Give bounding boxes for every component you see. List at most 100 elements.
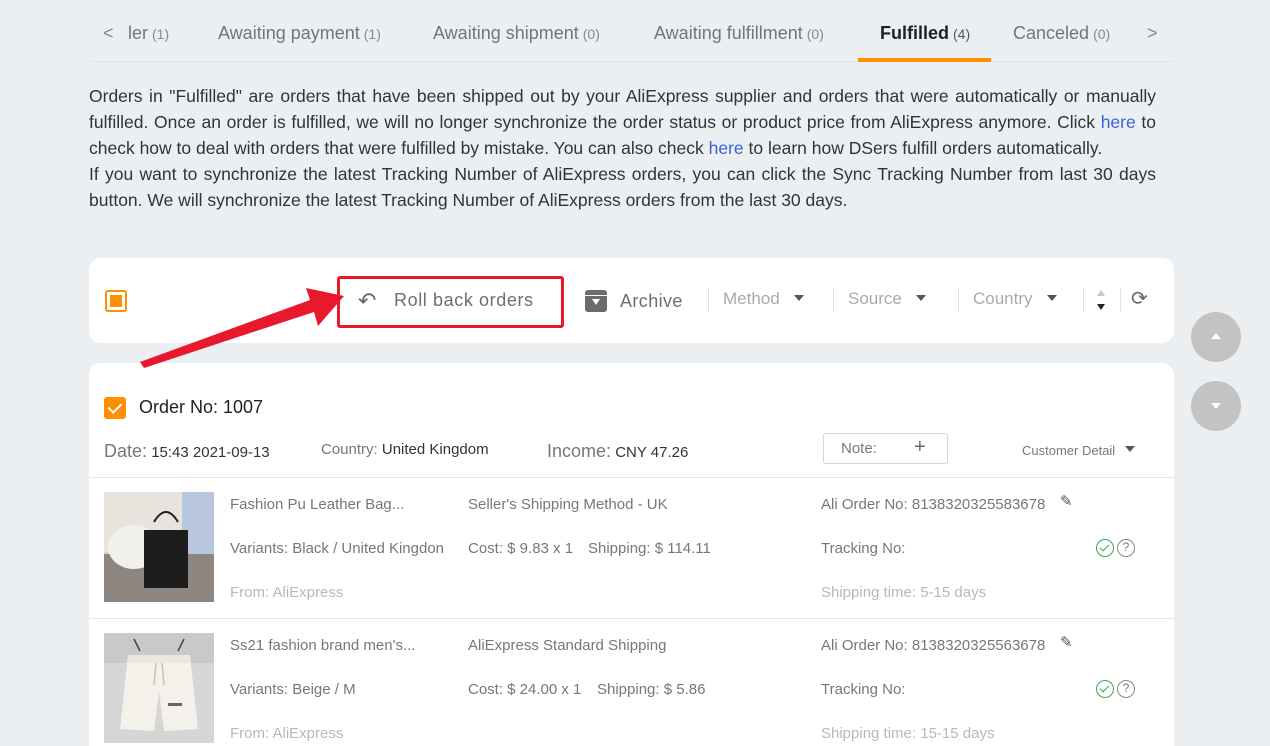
income-value: CNY 47.26 [615, 444, 689, 461]
divider [708, 288, 709, 312]
date-value: 15:43 2021-09-13 [151, 444, 270, 461]
check-circle-icon[interactable] [1096, 680, 1114, 698]
product-name[interactable]: Fashion Pu Leather Bag... [230, 496, 404, 513]
tab-canceled[interactable]: Canceled (0) [1013, 0, 1110, 62]
source-filter-label: Source [848, 289, 902, 308]
tab-label: Canceled [1013, 23, 1090, 43]
tabs-next-arrow[interactable]: > [1147, 0, 1158, 62]
tab-awaiting-fulfillment[interactable]: Awaiting fulfillment (0) [654, 0, 824, 62]
shipping-time: Shipping time: 5-15 days [821, 584, 987, 601]
scroll-up-button[interactable] [1191, 312, 1241, 362]
archive-icon [585, 290, 607, 312]
order-status-tabs: < ler (1) Awaiting payment (1) Awaiting sh… [90, 0, 1174, 62]
description-paragraph-1: Orders in "Fulfilled" are orders that ha… [89, 83, 1156, 161]
order-checkbox[interactable] [104, 397, 126, 419]
ali-order-number: Ali Order No: 8138320325583678 [821, 496, 1046, 513]
shipping-method[interactable]: AliExpress Standard Shipping [468, 637, 666, 654]
scroll-down-button[interactable] [1191, 381, 1241, 431]
question-icon[interactable]: ? [1117, 539, 1135, 557]
roll-back-orders-label: Roll back orders [394, 290, 534, 310]
tracking-number: Tracking No: [821, 681, 906, 698]
shipping-method[interactable]: Seller's Shipping Method - UK [468, 496, 668, 513]
shipping-time: Shipping time: 15-15 days [821, 725, 995, 742]
tab-label: Awaiting shipment [433, 23, 579, 43]
order-income: Income: CNY 47.26 [547, 441, 688, 462]
tab-count: (0) [806, 26, 824, 42]
income-key: Income: [547, 441, 612, 461]
here-link-1[interactable]: here [1101, 112, 1136, 132]
product-name[interactable]: Ss21 fashion brand men's... [230, 637, 415, 654]
tab-fulfilled[interactable]: Fulfilled (4) [880, 0, 970, 62]
product-variants: Variants: Black / United Kingdon [230, 540, 445, 557]
pencil-icon[interactable]: ✎ [1060, 633, 1073, 651]
sort-down-icon [1097, 304, 1105, 310]
select-all-checkbox[interactable] [105, 290, 127, 312]
order-item-row: Ss21 fashion brand men's... Variants: Be… [89, 618, 1174, 746]
undo-icon: ↶ [358, 288, 377, 313]
bag-photo [104, 492, 214, 602]
tab-awaiting-payment[interactable]: Awaiting payment (1) [218, 0, 381, 62]
method-filter-label: Method [723, 289, 780, 308]
tracking-number: Tracking No: [821, 540, 906, 557]
description-text: Orders in "Fulfilled" are orders that ha… [89, 86, 1156, 132]
country-key: Country: [321, 441, 378, 458]
item-shipping-cost: Shipping: $ 114.11 [588, 540, 711, 557]
tab-partial[interactable]: ler (1) [128, 0, 169, 62]
tab-awaiting-shipment[interactable]: Awaiting shipment (0) [433, 0, 600, 62]
item-shipping-cost: Shipping: $ 5.86 [597, 681, 706, 698]
description-text: to learn how DSers fulfill orders automa… [743, 138, 1103, 158]
product-image-bag[interactable] [104, 492, 214, 602]
pencil-icon[interactable]: ✎ [1060, 492, 1073, 510]
roll-back-orders-button[interactable]: ↶ Roll back orders [337, 276, 564, 328]
add-note-button[interactable]: Note: + [823, 433, 948, 464]
order-date: Date: 15:43 2021-09-13 [104, 441, 270, 462]
order-card: Order No: 1007 Date: 15:43 2021-09-13 Co… [89, 363, 1174, 746]
order-item-row: Fashion Pu Leather Bag... Variants: Blac… [89, 477, 1174, 618]
tab-count: (1) [152, 26, 170, 42]
tab-count: (0) [582, 26, 600, 42]
customer-detail-toggle[interactable]: Customer Detail [1022, 443, 1136, 458]
divider [1120, 288, 1121, 312]
description-paragraph-2: If you want to synchronize the latest Tr… [89, 164, 1156, 210]
source-filter-dropdown[interactable]: Source [848, 289, 926, 309]
check-circle-icon[interactable] [1096, 539, 1114, 557]
caret-down-icon [915, 295, 926, 301]
customer-detail-label: Customer Detail [1022, 443, 1116, 458]
orders-toolbar: ↶ Roll back orders Archive Method Source… [89, 258, 1174, 343]
tab-count: (0) [1093, 26, 1111, 42]
order-number: Order No: 1007 [139, 397, 264, 417]
order-country: Country: United Kingdom [321, 441, 489, 458]
product-source: From: AliExpress [230, 725, 344, 742]
item-cost: Cost: $ 9.83 x 1 [468, 540, 574, 557]
divider [958, 288, 959, 312]
tab-count: (4) [953, 26, 971, 42]
product-source: From: AliExpress [230, 584, 344, 601]
tab-label: Fulfilled [880, 23, 949, 43]
divider [1083, 288, 1084, 312]
country-filter-label: Country [973, 289, 1033, 308]
caret-down-icon [1125, 446, 1136, 452]
note-label: Note: [841, 440, 877, 457]
tab-label: ler [128, 23, 149, 43]
here-link-2[interactable]: here [709, 138, 744, 158]
active-tab-underline [858, 58, 991, 62]
question-icon[interactable]: ? [1117, 680, 1135, 698]
plus-icon: + [914, 436, 926, 458]
refresh-icon[interactable]: ⟳ [1131, 289, 1148, 309]
product-image-shorts[interactable] [104, 633, 214, 743]
sort-toggle[interactable] [1097, 288, 1107, 312]
shorts-photo [104, 633, 214, 743]
tabs-prev-arrow[interactable]: < [103, 0, 114, 62]
date-key: Date: [104, 441, 148, 461]
sort-up-icon [1097, 290, 1105, 296]
caret-down-icon [1046, 295, 1057, 301]
fulfilled-description: Orders in "Fulfilled" are orders that ha… [89, 83, 1156, 213]
tab-label: Awaiting fulfillment [654, 23, 803, 43]
ali-order-number: Ali Order No: 8138320325563678 [821, 637, 1046, 654]
product-variants: Variants: Beige / M [230, 681, 356, 698]
method-filter-dropdown[interactable]: Method [723, 289, 804, 309]
item-cost: Cost: $ 24.00 x 1 [468, 681, 582, 698]
tab-count: (1) [363, 26, 381, 42]
tab-label: Awaiting payment [218, 23, 360, 43]
country-filter-dropdown[interactable]: Country [973, 289, 1057, 309]
